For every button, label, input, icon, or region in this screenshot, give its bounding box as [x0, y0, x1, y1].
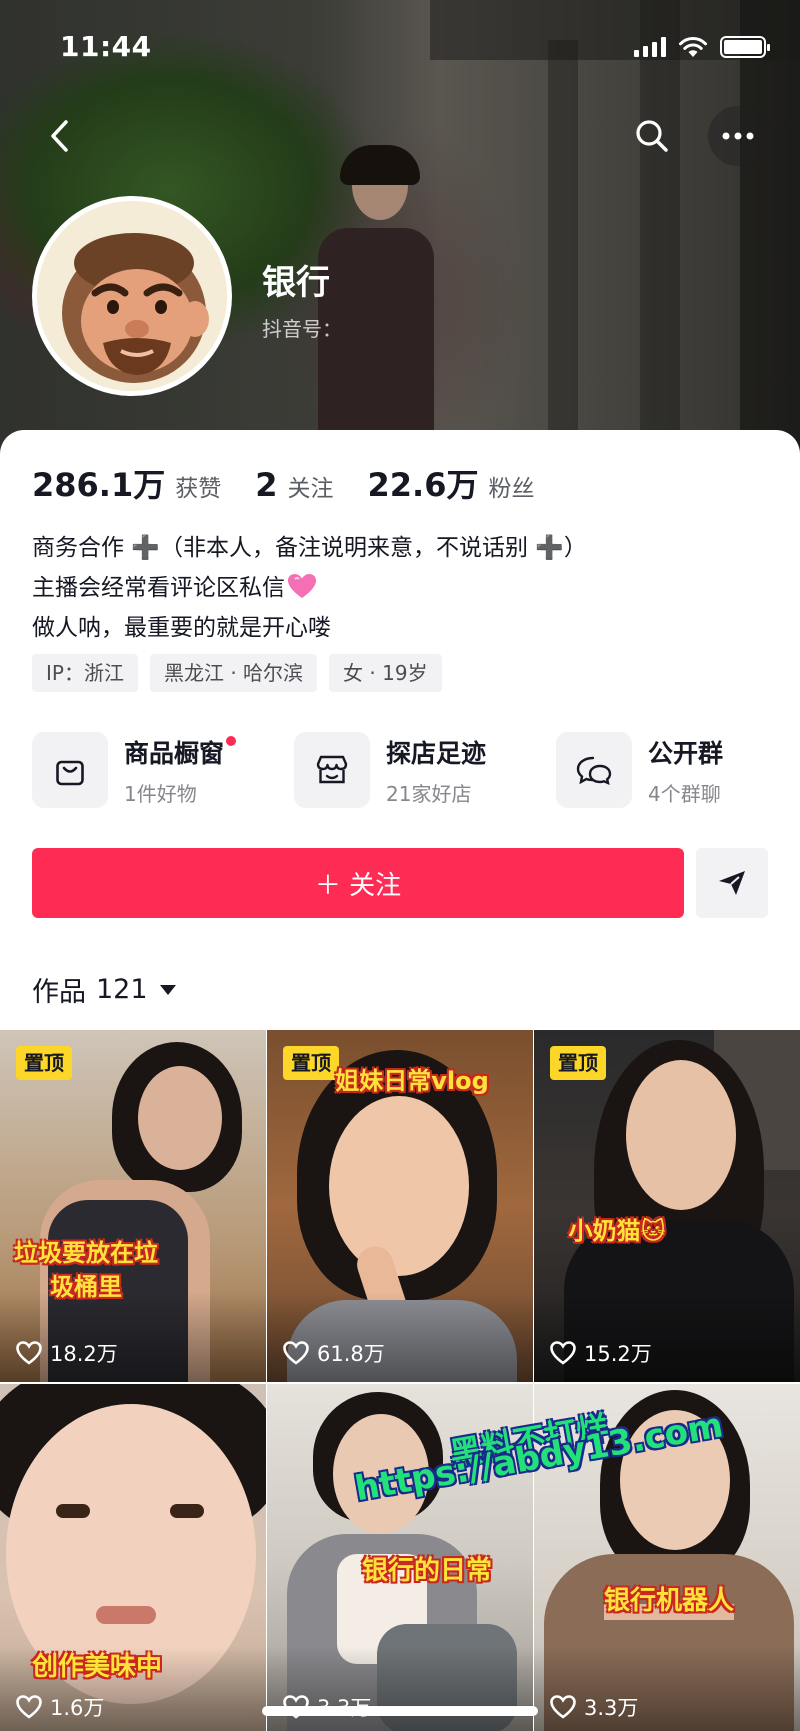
stat-label: 获赞 — [175, 476, 222, 502]
like-count-text: 61.8万 — [317, 1342, 385, 1366]
heart-outline-icon — [550, 1341, 576, 1365]
like-count: 1.6万 — [16, 1692, 104, 1722]
like-count: 15.2万 — [550, 1338, 652, 1368]
service-title: 探店足迹 — [386, 738, 487, 768]
tag-location: 黑龙江 · 哈尔滨 — [149, 654, 318, 692]
stat-following[interactable]: 2 关注 — [255, 466, 333, 504]
service-public-group[interactable]: 公开群 4个群聊 — [556, 732, 800, 808]
like-count: 18.2万 — [16, 1338, 118, 1368]
tag-ip: IP：浙江 — [32, 654, 138, 692]
avatar[interactable] — [32, 196, 232, 396]
like-count-text: 18.2万 — [50, 1342, 118, 1366]
service-subtitle: 1件好物 — [124, 781, 197, 806]
back-button[interactable] — [30, 106, 90, 166]
wifi-icon — [678, 36, 708, 58]
tab-works[interactable]: 作品 121 — [32, 970, 176, 1009]
bio-line-text: 主播会经常看评论区私信 — [32, 575, 285, 601]
heart-outline-icon — [283, 1341, 309, 1365]
pinned-badge: 置顶 — [550, 1046, 606, 1080]
service-title: 商品橱窗 — [124, 734, 237, 770]
profile-tags: IP：浙江 黑龙江 · 哈尔滨 女 · 19岁 — [32, 654, 442, 692]
profile-services: 商品橱窗 1件好物 探店足迹 21家好店 公开群 4个群聊 — [32, 732, 800, 808]
notification-dot — [226, 735, 237, 746]
bio-line: 主播会经常看评论区私信 — [32, 568, 587, 608]
stat-label: 关注 — [287, 476, 334, 502]
battery-icon — [720, 36, 770, 58]
video-caption: 小奶猫🐱 — [568, 1217, 666, 1245]
cartoon-face-icon — [37, 201, 227, 391]
video-tile[interactable]: 置顶 姐妹日常vlog 61.8万 — [267, 1030, 533, 1382]
service-subtitle: 21家好店 — [386, 781, 472, 806]
video-tile[interactable]: 置顶 小奶猫🐱 15.2万 — [534, 1030, 800, 1382]
service-subtitle: 4个群聊 — [648, 781, 721, 806]
heart-outline-icon — [16, 1341, 42, 1365]
works-label: 作品 — [32, 977, 86, 1008]
chat-bubbles-icon — [576, 756, 612, 786]
tag-gender-age: 女 · 19岁 — [329, 654, 442, 692]
stat-value: 286.1万 — [32, 466, 166, 504]
pink-heart-icon — [287, 572, 317, 598]
douyin-id[interactable]: 抖音号： — [262, 313, 342, 342]
video-tile[interactable]: 置顶 垃圾要放在垃 圾桶里 18.2万 — [0, 1030, 266, 1382]
video-tile[interactable]: 创作美味中 1.6万 — [0, 1384, 266, 1731]
like-count-text: 3.3万 — [584, 1696, 639, 1720]
works-count: 121 — [96, 974, 148, 1005]
service-shop-window[interactable]: 商品橱窗 1件好物 — [32, 732, 294, 808]
like-count: 61.8万 — [283, 1338, 385, 1368]
video-caption: 创作美味中 — [31, 1652, 162, 1682]
profile-stats: 286.1万 获赞 2 关注 22.6万 粉丝 — [32, 460, 568, 506]
more-options-button[interactable] — [708, 106, 768, 166]
stat-likes[interactable]: 286.1万 获赞 — [32, 460, 221, 506]
stat-label: 粉丝 — [488, 476, 535, 502]
like-count: 3.3万 — [550, 1692, 638, 1722]
video-caption: 银行的日常 — [361, 1556, 492, 1586]
video-caption: 银行机器人 — [603, 1586, 734, 1616]
more-dots-icon — [722, 132, 754, 140]
video-caption: 垃圾要放在垃 圾桶里 — [14, 1239, 158, 1301]
search-icon — [636, 120, 668, 152]
like-count-text: 1.6万 — [50, 1696, 105, 1720]
heart-outline-icon — [16, 1695, 42, 1719]
storefront-icon — [316, 755, 348, 784]
profile-bio: 商务合作 ➕（非本人，备注说明来意，不说话别 ➕） 主播会经常看评论区私信 做人… — [32, 528, 587, 648]
status-time: 11:44 — [60, 30, 152, 63]
share-button[interactable] — [696, 848, 768, 918]
like-count-text: 15.2万 — [584, 1342, 652, 1366]
bio-line: 商务合作 ➕（非本人，备注说明来意，不说话别 ➕） — [32, 535, 587, 561]
heart-outline-icon — [550, 1695, 576, 1719]
stat-followers[interactable]: 22.6万 粉丝 — [368, 460, 535, 506]
chevron-left-icon — [51, 120, 68, 152]
stat-value: 22.6万 — [367, 466, 479, 504]
service-store-visits[interactable]: 探店足迹 21家好店 — [294, 732, 556, 808]
pinned-badge: 置顶 — [16, 1046, 72, 1080]
service-title: 公开群 — [648, 738, 724, 768]
video-grid: 置顶 垃圾要放在垃 圾桶里 18.2万 置顶 姐妹日常vlog 61.8万 置顶… — [0, 1030, 800, 1731]
service-title-text: 商品橱窗 — [124, 738, 225, 768]
search-button[interactable] — [622, 106, 682, 166]
send-arrow-icon — [719, 871, 745, 895]
video-caption: 姐妹日常vlog — [335, 1067, 489, 1095]
caret-down-icon — [159, 984, 176, 995]
stat-value: 2 — [255, 466, 278, 504]
shopping-bag-icon — [56, 760, 84, 786]
home-indicator[interactable] — [262, 1706, 538, 1716]
follow-button[interactable]: ＋ 关注 — [32, 848, 684, 918]
bio-line: 做人呐，最重要的就是开心喽 — [32, 615, 331, 641]
profile-name: 银行 — [262, 263, 330, 303]
cellular-signal-icon — [634, 37, 666, 57]
status-bar: 11:44 — [0, 0, 800, 96]
